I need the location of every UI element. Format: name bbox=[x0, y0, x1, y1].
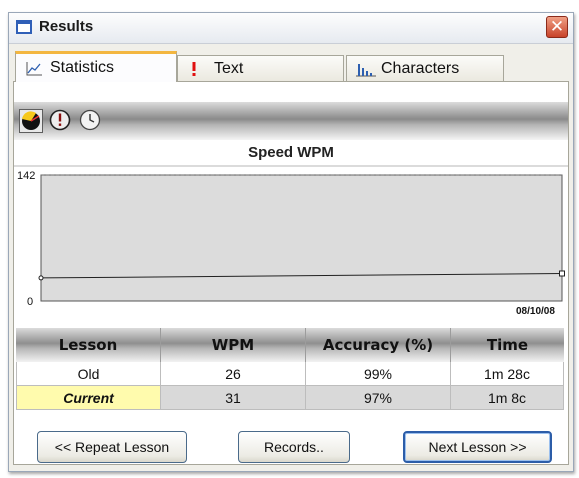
next-lesson-button[interactable]: Next Lesson >> bbox=[403, 431, 552, 463]
y-tick-label: 142 bbox=[17, 170, 35, 182]
line-chart-icon bbox=[26, 62, 42, 76]
speed-data-point bbox=[559, 270, 565, 277]
tab-characters[interactable]: Characters bbox=[346, 55, 504, 81]
speed-chart: 142 0 08/10/08 bbox=[14, 165, 568, 315]
header-lesson: Lesson bbox=[16, 328, 161, 362]
cell-time: 1m 28c bbox=[451, 362, 564, 386]
tab-label: Text bbox=[214, 60, 244, 77]
cell-accuracy: 99% bbox=[306, 362, 451, 386]
x-date-label: 08/10/08 bbox=[516, 306, 555, 315]
statistics-page: Speed WPM 142 0 08/10/08 Lesson WPM Accu… bbox=[13, 81, 569, 465]
header-wpm: WPM bbox=[161, 328, 306, 362]
tab-statistics[interactable]: Statistics bbox=[15, 51, 177, 82]
speed-gauge-icon bbox=[22, 111, 40, 130]
accuracy-toolbar-button[interactable] bbox=[49, 109, 73, 133]
window-title: Results bbox=[39, 18, 94, 35]
stats-toolbar bbox=[14, 102, 568, 140]
repeat-lesson-button[interactable]: << Repeat Lesson bbox=[37, 431, 187, 463]
tab-strip: Statistics Text Characters bbox=[13, 51, 569, 82]
y-tick-label: 0 bbox=[27, 296, 33, 308]
tab-label: Characters bbox=[381, 60, 460, 77]
tab-label: Statistics bbox=[50, 59, 115, 76]
cell-wpm: 31 bbox=[161, 386, 306, 410]
exclamation-icon bbox=[192, 62, 196, 76]
cell-lesson: Current bbox=[16, 386, 161, 410]
time-toolbar-button[interactable] bbox=[79, 109, 103, 133]
window-icon bbox=[16, 20, 32, 34]
cell-time: 1m 8c bbox=[451, 386, 564, 410]
header-time: Time bbox=[451, 328, 564, 362]
chart-title: Speed WPM bbox=[248, 144, 334, 161]
cell-lesson: Old bbox=[16, 362, 161, 386]
title-bar[interactable]: Results ✕ bbox=[9, 13, 573, 44]
clock-icon bbox=[79, 109, 101, 131]
cell-wpm: 26 bbox=[161, 362, 306, 386]
cell-accuracy: 97% bbox=[306, 386, 451, 410]
tab-text[interactable]: Text bbox=[177, 55, 344, 81]
bar-chart-icon bbox=[356, 64, 376, 77]
close-button[interactable]: ✕ bbox=[546, 16, 568, 38]
plot-area bbox=[40, 174, 563, 302]
header-accuracy: Accuracy (%) bbox=[306, 328, 451, 362]
accuracy-warning-icon bbox=[49, 109, 71, 131]
results-window: Results ✕ Statistics Text Characters Spe… bbox=[8, 12, 574, 472]
speed-data-point bbox=[38, 275, 44, 281]
speed-toolbar-button[interactable] bbox=[19, 109, 43, 133]
records-button[interactable]: Records.. bbox=[238, 431, 350, 463]
